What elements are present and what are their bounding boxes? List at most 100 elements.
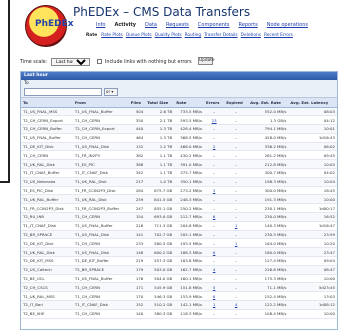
- cell-expired: –: [224, 247, 249, 258]
- table-row: T2_CH_CERN_Export T1_CH_CERN 350 2.1 TB 593.…: [21, 115, 337, 126]
- table-row: T2_RU_INR T1_CH_CERN 154 693.0 GB 212.7 MB/s…: [21, 212, 337, 222]
- cell-avg-est-rate: 230.1 MB/s: [248, 203, 289, 214]
- cell-from: T1_US_FNAL_Buffer: [72, 221, 129, 231]
- cell-avg-est-rate: 191.3 MB/s: [248, 194, 289, 205]
- cell-errors[interactable]: 5: [204, 282, 225, 293]
- column-header-files[interactable]: Files: [128, 98, 146, 108]
- nav-rate-plots[interactable]: Rate Plots: [101, 33, 123, 38]
- cell-avg-est-rate: 261.2 MB/s: [248, 150, 289, 161]
- cell-rate: 375.7 MB/s: [174, 168, 205, 178]
- cell-files: 464: [128, 133, 146, 143]
- column-header-from[interactable]: From: [72, 98, 129, 108]
- site-header: PhEDEx PhEDEx – CMS Data Transfers Info A…: [20, 5, 340, 53]
- transfer-rate-panel: Last hour To or ▾ To From Files Total Size R…: [20, 71, 338, 330]
- nav-routing[interactable]: Routing: [185, 33, 201, 38]
- page: PhEDEx PhEDEx – CMS Data Transfers Info A…: [0, 0, 353, 330]
- cell-to: T1_UK_RAL_Disk: [21, 159, 73, 170]
- cell-rate: 350.1 MB/s: [174, 177, 205, 187]
- cell-errors[interactable]: 6: [204, 247, 225, 258]
- cell-total-size: 504.0 GB: [145, 274, 175, 284]
- cell-to: T1_FR_CCIN2P3_Disk: [21, 203, 73, 214]
- cell-avg-est-latency: 10:04: [288, 177, 337, 187]
- page-title: PhEDEx – CMS Data Transfers: [73, 5, 251, 19]
- nav-recent-errors[interactable]: Recent Errors: [264, 33, 293, 38]
- cell-errors: –: [204, 107, 225, 117]
- cell-rate: 118.3 MB/s: [174, 309, 205, 319]
- column-header-errors[interactable]: Errors: [204, 98, 225, 108]
- table-row: T2_BR_SPRACE T1_US_FNAL_Disk 141 702.7 GB 20…: [21, 230, 337, 240]
- cell-expired[interactable]: 4: [224, 300, 249, 310]
- cell-avg-est-latency: 1d08:12: [288, 300, 337, 310]
- cell-errors[interactable]: 3: [204, 186, 225, 196]
- update-button[interactable]: Update: [198, 57, 215, 65]
- cell-avg-est-rate: 71.1 MB/s: [248, 282, 289, 293]
- nav-rate[interactable]: Rate: [86, 33, 97, 38]
- nav-node-operations[interactable]: Node operations: [267, 22, 308, 28]
- cell-errors[interactable]: 4: [204, 265, 225, 275]
- cell-to: T1_US_FNAL_Buffer: [21, 133, 73, 143]
- column-header-total-size[interactable]: Total Size: [145, 98, 175, 108]
- cell-errors[interactable]: 2: [204, 142, 225, 152]
- cell-avg-est-latency: 16:52: [288, 212, 337, 222]
- cell-rate: 193.5 MB/s: [174, 238, 205, 249]
- cell-errors[interactable]: 23: [204, 115, 225, 126]
- cell-avg-est-rate: 140.3 MB/s: [248, 221, 289, 231]
- cell-avg-est-latency: 10:20: [288, 238, 337, 249]
- column-header-to[interactable]: To: [21, 98, 73, 108]
- cell-expired[interactable]: 1: [224, 221, 249, 231]
- cell-total-size: 2.6 TB: [145, 107, 175, 117]
- cell-avg-est-latency: 1d16:47: [288, 221, 337, 231]
- column-header-avg-est-latency[interactable]: Avg. Est. Latency: [288, 98, 337, 108]
- cell-avg-est-latency: 10:00: [288, 194, 337, 205]
- nav-quality-plots[interactable]: Quality Plots: [155, 33, 182, 38]
- cell-expired: –: [224, 194, 249, 205]
- cell-rate: 142.1 MB/s: [174, 300, 205, 310]
- cell-errors[interactable]: 6: [204, 291, 225, 302]
- nav-activity[interactable]: Activity: [114, 22, 136, 28]
- time-scale-select[interactable]: Last hour: [51, 58, 90, 66]
- cell-avg-est-rate: 1.3 GB/s: [248, 115, 289, 126]
- cell-files: 179: [128, 265, 146, 275]
- cell-to: T2_CH_CERN_Export: [21, 115, 73, 126]
- table-row: T2_BE_UCL T1_US_FNAL_Buffer 176 504.0 GB 160…: [21, 274, 337, 284]
- cell-avg-est-rate: 794.1 MB/s: [248, 124, 289, 134]
- nav-requests[interactable]: Requests: [166, 22, 189, 28]
- cell-errors: –: [204, 177, 225, 187]
- cell-errors[interactable]: 6: [204, 212, 225, 222]
- cell-avg-est-latency: 18:45: [288, 186, 337, 196]
- cell-errors[interactable]: 1: [204, 300, 225, 310]
- cell-files: 382: [128, 150, 146, 161]
- cell-expired: –: [224, 159, 249, 170]
- cell-avg-est-rate: 552.0 MB/s: [248, 107, 289, 117]
- include-errors-checkbox[interactable]: [97, 59, 102, 64]
- nav-info[interactable]: Info: [96, 22, 105, 28]
- nav-deletions[interactable]: Deletions: [241, 33, 261, 38]
- cell-from: T1_FR_CCIN2P3_Buffer: [72, 203, 129, 214]
- column-header-expired[interactable]: Expired: [224, 98, 249, 108]
- column-header-rate[interactable]: Rate: [174, 98, 205, 108]
- cell-files: 176: [128, 274, 146, 284]
- cell-expired: –: [224, 282, 249, 293]
- table-row: T2_BE_IIHE T1_CH_CERN 140 380.3 GB 118.3 MB/…: [21, 309, 337, 319]
- cell-to: T2_BR_SPRACE: [21, 230, 73, 240]
- cell-files: 217: [128, 177, 146, 187]
- nav-transfer-details[interactable]: Transfer Details: [204, 33, 238, 38]
- nav-reports[interactable]: Reports: [239, 22, 258, 28]
- nav-queue-plots[interactable]: Queue Plots: [126, 33, 152, 38]
- cell-avg-est-rate: 175.3 MB/s: [248, 274, 289, 284]
- nav-components[interactable]: Components: [198, 22, 230, 28]
- cell-errors: –: [204, 203, 225, 214]
- cell-to: T1_IT_CNAF_Buffer: [21, 168, 73, 178]
- cell-to: T1_US_FNAL_MSS: [21, 107, 73, 117]
- column-header-avg-est-rate[interactable]: Avg. Est. Rate: [248, 98, 289, 108]
- nav-data[interactable]: Data: [145, 22, 157, 28]
- cell-expired: –: [224, 168, 249, 178]
- to-filter-input[interactable]: [24, 88, 102, 96]
- cell-total-size: 1.1 TB: [145, 168, 175, 178]
- cell-avg-est-latency: 04:12: [288, 115, 337, 126]
- cell-rate: 250.2 MB/s: [174, 203, 205, 214]
- cell-expired[interactable]: 1: [224, 238, 249, 249]
- or-select[interactable]: or ▾: [104, 88, 118, 96]
- cell-rate: 183.8 MB/s: [174, 256, 205, 266]
- cell-avg-est-rate: 108.4 MB/s: [248, 309, 289, 319]
